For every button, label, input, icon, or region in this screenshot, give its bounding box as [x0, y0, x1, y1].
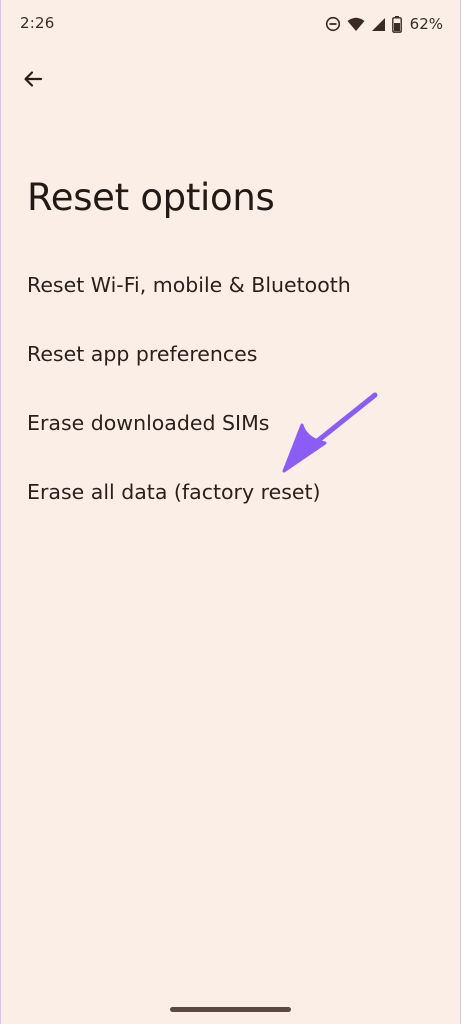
battery-icon [391, 15, 402, 33]
wifi-icon [347, 17, 365, 32]
battery-percentage: 62% [409, 15, 443, 33]
do-not-disturb-icon [325, 16, 341, 32]
reset-options-list: Reset Wi-Fi, mobile & Bluetooth Reset ap… [0, 250, 461, 526]
navigation-gesture-bar[interactable] [170, 1007, 291, 1012]
status-bar: 2:26 62% [0, 0, 461, 50]
reset-network-option[interactable]: Reset Wi-Fi, mobile & Bluetooth [0, 250, 461, 319]
factory-reset-option[interactable]: Erase all data (factory reset) [0, 457, 461, 526]
status-icons: 62% [325, 13, 443, 35]
arrow-left-icon [23, 69, 43, 93]
status-time: 2:26 [20, 14, 55, 32]
reset-app-preferences-option[interactable]: Reset app preferences [0, 319, 461, 388]
pointer-arrow-icon [270, 385, 390, 485]
cellular-signal-icon [371, 17, 386, 32]
page-title: Reset options [27, 176, 275, 219]
back-button[interactable] [14, 62, 52, 100]
erase-downloaded-sims-option[interactable]: Erase downloaded SIMs [0, 388, 461, 457]
